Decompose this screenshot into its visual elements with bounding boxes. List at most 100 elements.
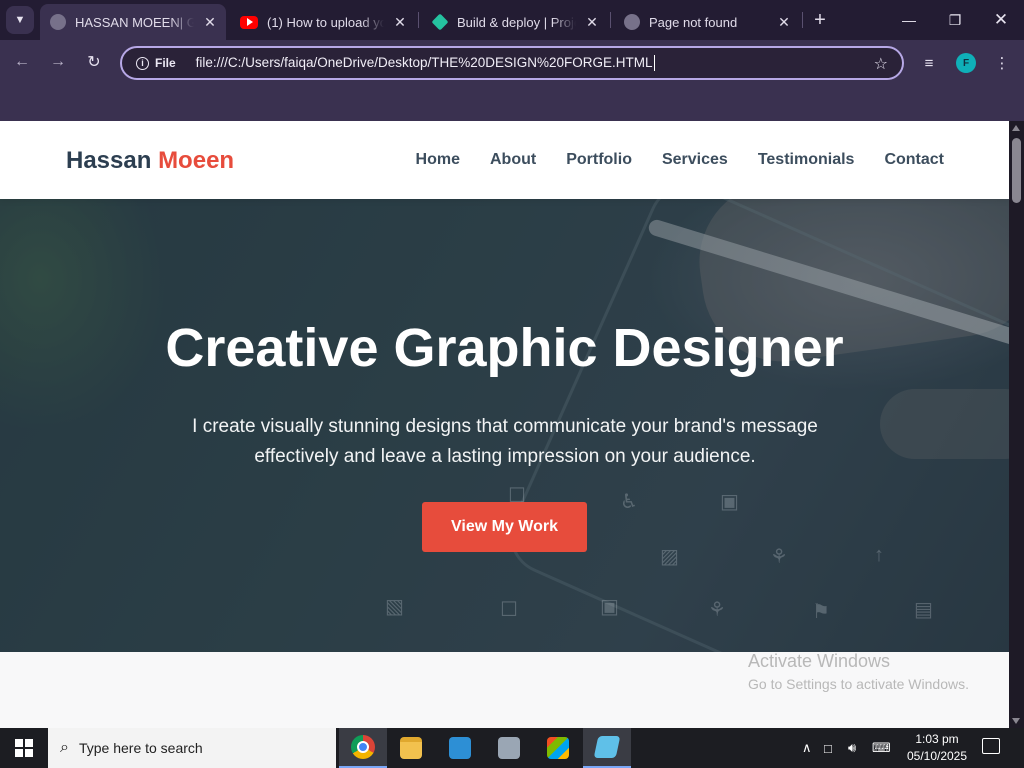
logo-last-name: Moeen bbox=[158, 147, 235, 174]
decorative-icon: ▣ bbox=[600, 596, 619, 618]
diamond-icon bbox=[431, 13, 449, 31]
tab-title: HASSAN MOEEN| Grap bbox=[75, 14, 194, 30]
close-icon[interactable]: ✕ bbox=[774, 12, 794, 32]
bookmark-star-icon[interactable]: ☆ bbox=[874, 54, 888, 74]
nav-about[interactable]: About bbox=[490, 151, 536, 169]
taskbar-chrome[interactable] bbox=[339, 728, 387, 768]
minimize-icon: — bbox=[902, 12, 916, 28]
nav-home[interactable]: Home bbox=[416, 151, 460, 169]
globe-icon bbox=[624, 14, 640, 30]
new-tab-button[interactable]: + bbox=[808, 8, 832, 32]
close-icon[interactable]: ✕ bbox=[390, 12, 410, 32]
kebab-menu-icon: ⋮ bbox=[994, 55, 1010, 72]
tab-separator bbox=[418, 12, 419, 28]
site-info-label: File bbox=[155, 56, 176, 70]
nav-services[interactable]: Services bbox=[662, 151, 728, 169]
decorative-icon: ⚘ bbox=[708, 599, 726, 621]
nav-portfolio[interactable]: Portfolio bbox=[566, 151, 632, 169]
taskbar-file-explorer[interactable] bbox=[387, 728, 435, 768]
logo-first-name: Hassan bbox=[66, 147, 152, 174]
scrollbar-thumb[interactable] bbox=[1012, 138, 1021, 203]
network-tray[interactable]: □ bbox=[824, 728, 832, 768]
address-bar[interactable]: i File file:///C:/Users/faiqa/OneDrive/D… bbox=[120, 46, 904, 80]
hero-title: Creative Graphic Designer bbox=[165, 318, 844, 378]
taskbar-app[interactable] bbox=[436, 728, 484, 768]
minimize-button[interactable]: — bbox=[886, 0, 932, 40]
url-value: file:///C:/Users/faiqa/OneDrive/Desktop/… bbox=[195, 54, 653, 70]
close-icon[interactable]: ✕ bbox=[582, 12, 602, 32]
nav-testimonials[interactable]: Testimonials bbox=[758, 151, 855, 169]
back-button[interactable]: ← bbox=[8, 48, 36, 76]
tab-youtube[interactable]: (1) How to upload you ✕ bbox=[230, 4, 416, 40]
restore-icon: ❐ bbox=[948, 11, 962, 28]
youtube-icon bbox=[240, 15, 258, 29]
decorative-icon: ▨ bbox=[660, 546, 679, 568]
chrome-icon bbox=[351, 735, 375, 759]
tab-portfolio[interactable]: HASSAN MOEEN| Grap ✕ bbox=[40, 4, 226, 40]
hero-subtitle-line: I create visually stunning designs that … bbox=[192, 416, 818, 437]
media-control-button[interactable]: ≡ bbox=[918, 52, 940, 74]
restore-button[interactable]: ❐ bbox=[932, 0, 978, 40]
decorative-icon: ↑ bbox=[874, 544, 884, 566]
store-icon bbox=[547, 737, 569, 759]
decorative-icon: ☐ bbox=[500, 599, 518, 621]
chevron-down-icon: ▼ bbox=[14, 14, 26, 26]
menu-button[interactable]: ⋮ bbox=[991, 52, 1013, 74]
activate-windows-watermark: Activate Windows Go to Settings to activ… bbox=[748, 651, 969, 692]
show-hidden-icons[interactable]: ∧ bbox=[802, 728, 812, 768]
info-icon: i bbox=[136, 56, 149, 70]
notification-icon[interactable] bbox=[982, 738, 1000, 754]
main-nav: Home About Portfolio Services Testimonia… bbox=[416, 151, 944, 169]
tab-build-deploy[interactable]: Build & deploy | Projec ✕ bbox=[422, 4, 608, 40]
taskbar-app[interactable] bbox=[583, 728, 631, 768]
keyboard-tray[interactable]: ⌨ bbox=[872, 728, 891, 768]
clock-time: 1:03 pm bbox=[915, 732, 959, 746]
taskbar-store[interactable] bbox=[534, 728, 582, 768]
tab-page-not-found[interactable]: Page not found ✕ bbox=[614, 4, 800, 40]
profile-initial: F bbox=[962, 57, 970, 69]
notepad-icon bbox=[593, 736, 621, 758]
taskbar-clock[interactable]: 1:03 pm 05/10/2025 bbox=[904, 731, 970, 765]
search-icon: ⌕ bbox=[60, 739, 69, 756]
site-info-button[interactable]: i File bbox=[130, 51, 182, 75]
forward-button[interactable]: → bbox=[44, 48, 72, 76]
close-icon: ✕ bbox=[993, 10, 1009, 29]
network-icon: □ bbox=[824, 740, 832, 756]
search-placeholder: Type here to search bbox=[78, 740, 203, 756]
taskbar-search-box[interactable]: ⌕ Type here to search bbox=[48, 728, 336, 768]
reload-icon: ↻ bbox=[87, 54, 101, 71]
watermark-subtitle: Go to Settings to activate Windows. bbox=[748, 676, 969, 692]
view-my-work-button[interactable]: View My Work bbox=[422, 502, 587, 552]
browser-toolbar: ← → ↻ i File file:///C:/Users/faiqa/OneD… bbox=[0, 40, 1024, 86]
scroll-up-arrow-icon[interactable] bbox=[1012, 125, 1020, 131]
site-header: Hassan Moeen Home About Portfolio Servic… bbox=[0, 121, 1009, 199]
watermark-title: Activate Windows bbox=[748, 651, 891, 671]
decorative-icon: ▣ bbox=[720, 491, 739, 513]
profile-avatar[interactable]: F bbox=[956, 53, 976, 73]
scroll-down-arrow-icon[interactable] bbox=[1012, 718, 1020, 724]
volume-tray[interactable]: 🔊︎ bbox=[848, 728, 856, 768]
tab-search-button[interactable]: ▼ bbox=[6, 6, 34, 34]
hero-subtitle: I create visually stunning designs that … bbox=[175, 412, 835, 472]
chevron-up-icon: ∧ bbox=[802, 740, 812, 755]
keyboard-icon: ⌨ bbox=[872, 740, 891, 755]
start-button[interactable] bbox=[0, 728, 48, 768]
folder-icon bbox=[400, 737, 422, 759]
url-text[interactable]: file:///C:/Users/faiqa/OneDrive/Desktop/… bbox=[195, 54, 655, 72]
taskbar-app[interactable] bbox=[485, 728, 533, 768]
windows-taskbar: ⌕ Type here to search ∧ □ 🔊︎ ⌨ 1:03 pm 0… bbox=[0, 728, 1024, 768]
tab-separator bbox=[610, 12, 611, 28]
media-queue-icon: ≡ bbox=[924, 54, 934, 72]
clock-date: 05/10/2025 bbox=[906, 749, 968, 763]
decorative-icon: ▧ bbox=[385, 596, 404, 618]
page-scrollbar[interactable] bbox=[1009, 121, 1024, 728]
plus-icon: + bbox=[814, 8, 826, 31]
reload-button[interactable]: ↻ bbox=[80, 48, 108, 76]
close-window-button[interactable]: ✕ bbox=[978, 0, 1024, 40]
text-caret bbox=[653, 55, 655, 72]
nav-contact[interactable]: Contact bbox=[884, 151, 944, 169]
close-icon[interactable]: ✕ bbox=[200, 12, 220, 32]
hero-subtitle-line: effectively and leave a lasting impressi… bbox=[254, 446, 756, 467]
decorative-icon: ▤ bbox=[914, 599, 933, 621]
site-logo[interactable]: Hassan Moeen bbox=[66, 147, 234, 175]
